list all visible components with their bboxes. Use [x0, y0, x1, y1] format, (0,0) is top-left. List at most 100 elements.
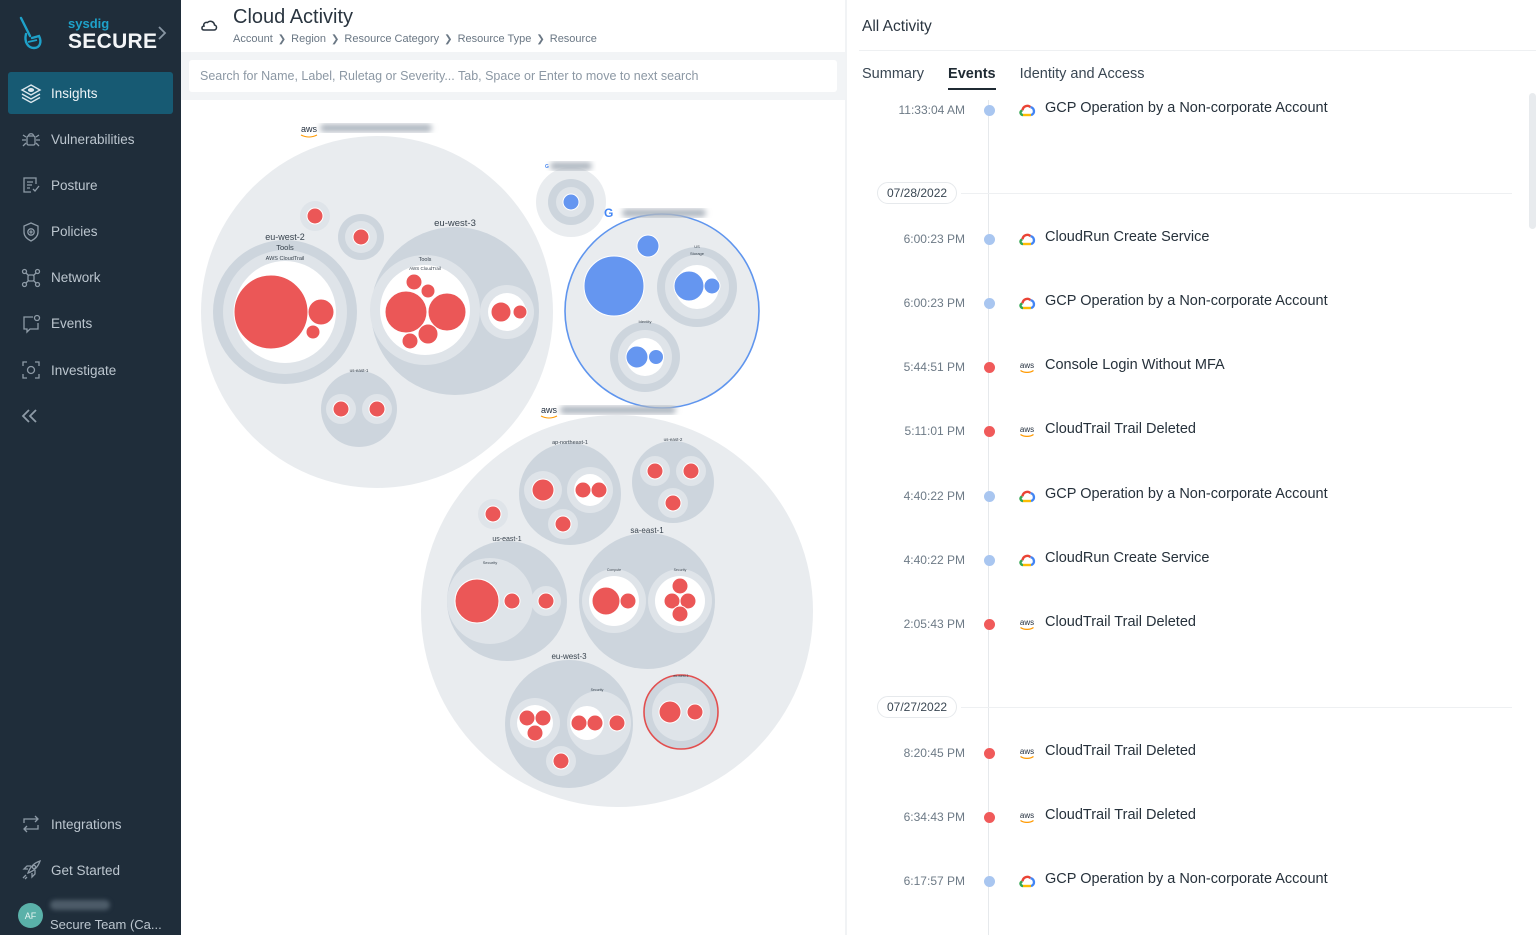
event-bubble[interactable] [673, 270, 705, 302]
event-bubble[interactable] [531, 478, 555, 502]
category-label: Tools [419, 257, 432, 263]
event-bubble[interactable] [570, 714, 588, 732]
sidebar-item-insights[interactable]: Insights [8, 72, 173, 114]
event-row[interactable]: 6:00:23 PM GCP Operation by a Non-corpora… [847, 292, 1507, 316]
event-row[interactable]: 8:20:45 PM aws CloudTrail Trail Deleted [847, 742, 1507, 766]
user-profile[interactable]: AF Secure Team (Ca... [18, 900, 178, 934]
event-bubble[interactable] [636, 234, 660, 258]
event-bubble[interactable] [526, 724, 544, 742]
event-bubble[interactable] [686, 703, 704, 721]
collapse-sidebar-icon[interactable] [20, 406, 40, 426]
event-row[interactable]: 4:40:22 PM CloudRun Create Service [847, 549, 1507, 573]
event-row[interactable]: 6:34:43 PM aws CloudTrail Trail Deleted [847, 806, 1507, 830]
event-bubble[interactable] [648, 349, 664, 365]
event-bubble[interactable] [233, 274, 309, 350]
event-bubble[interactable] [554, 515, 572, 533]
scrollbar[interactable] [1529, 93, 1536, 229]
event-bubble[interactable] [352, 228, 370, 246]
breadcrumb-account[interactable]: Account [233, 33, 273, 45]
svg-text:aws: aws [1020, 618, 1034, 627]
brand[interactable]: sysdig SECURE [16, 12, 176, 62]
category-label: Security [674, 568, 687, 572]
breadcrumb-separator-icon: ❯ [444, 33, 453, 45]
chevron-right-icon[interactable] [156, 26, 168, 40]
event-bubble[interactable] [590, 481, 608, 499]
event-bubble[interactable] [625, 345, 649, 369]
sidebar-item-posture[interactable]: Posture [8, 164, 173, 206]
sidebar-item-network[interactable]: Network [8, 257, 173, 299]
event-bubble[interactable] [490, 301, 512, 323]
event-row[interactable]: 6:00:23 PM CloudRun Create Service [847, 228, 1507, 252]
event-bubble[interactable] [671, 605, 689, 623]
sidebar-item-investigate[interactable]: Investigate [8, 349, 173, 391]
event-bubble[interactable] [552, 752, 570, 770]
event-bubble[interactable] [368, 400, 386, 418]
event-label: GCP Operation by a Non-corporate Account [1045, 293, 1328, 309]
brand-company: sysdig [68, 16, 110, 31]
event-bubble[interactable] [664, 494, 682, 512]
event-bubble[interactable] [562, 193, 580, 211]
event-bubble[interactable] [305, 324, 321, 340]
event-bubble[interactable] [534, 709, 552, 727]
tab-identity-and-access[interactable]: Identity and Access [1020, 66, 1145, 90]
event-bubble[interactable] [518, 709, 536, 727]
event-bubble[interactable] [583, 255, 645, 317]
event-row[interactable]: 5:11:01 PM aws CloudTrail Trail Deleted [847, 420, 1507, 444]
project-name-redacted [622, 209, 706, 217]
event-time: 8:20:45 PM [903, 746, 965, 760]
sidebar-item-get-started[interactable]: Get Started [8, 849, 173, 891]
event-bubble[interactable] [586, 714, 604, 732]
event-bubble[interactable] [512, 304, 528, 320]
event-bubble[interactable] [658, 700, 682, 724]
event-bubble[interactable] [537, 592, 555, 610]
event-bubble[interactable] [484, 505, 502, 523]
sidebar-item-events[interactable]: Events [8, 303, 173, 345]
event-bubble[interactable] [591, 586, 621, 616]
search-input[interactable] [189, 60, 837, 92]
event-bubble[interactable] [332, 400, 350, 418]
event-bubble[interactable] [454, 578, 500, 624]
event-time: 6:00:23 PM [903, 296, 965, 310]
event-bubble[interactable] [574, 481, 592, 499]
aws-icon: aws [1020, 747, 1034, 760]
event-bubble[interactable] [420, 283, 436, 299]
tab-summary[interactable]: Summary [862, 66, 924, 90]
aws-icon: aws [1020, 425, 1034, 438]
event-bubble[interactable] [703, 277, 721, 295]
event-row[interactable]: 6:17:57 PM GCP Operation by a Non-corpora… [847, 870, 1507, 894]
event-bubble[interactable] [608, 714, 626, 732]
bubble-map: aws eu-west-2 Tools AWS CloudTrail eu-west-3… [181, 100, 845, 935]
event-bubble[interactable] [307, 298, 335, 326]
breadcrumb-resource-category[interactable]: Resource Category [344, 33, 439, 45]
event-bubble[interactable] [306, 207, 324, 225]
breadcrumb-resource[interactable]: Resource [550, 33, 597, 45]
activity-panel: All Activity Summary Events Identity and… [847, 0, 1536, 935]
category-label: Security [483, 560, 497, 565]
event-bubble[interactable] [646, 462, 664, 480]
event-bubble[interactable] [401, 332, 419, 350]
sidebar-item-integrations[interactable]: Integrations [8, 803, 173, 845]
event-row[interactable]: 5:44:51 PM aws Console Login Without MFA [847, 356, 1507, 380]
breadcrumb: Account ❯ Region ❯ Resource Category ❯ R… [233, 33, 597, 45]
event-row[interactable]: 4:40:22 PM GCP Operation by a Non-corpora… [847, 485, 1507, 509]
bubble-map-svg: awseu-west-2ToolsAWS CloudTraileu-west-3… [201, 124, 813, 807]
event-bubble[interactable] [405, 273, 423, 291]
svg-text:aws: aws [1020, 747, 1034, 756]
event-bubble[interactable] [503, 592, 521, 610]
event-bubble[interactable] [619, 592, 637, 610]
sidebar-item-label: Get Started [51, 862, 121, 878]
event-label: CloudTrail Trail Deleted [1045, 614, 1196, 630]
breadcrumb-region[interactable]: Region [291, 33, 326, 45]
event-bubble[interactable] [417, 323, 439, 345]
event-label: CloudTrail Trail Deleted [1045, 807, 1196, 823]
google-cloud-icon [1019, 233, 1036, 246]
tab-events[interactable]: Events [948, 66, 996, 90]
event-bubble[interactable] [682, 462, 700, 480]
event-row[interactable]: 2:05:43 PM aws CloudTrail Trail Deleted [847, 613, 1507, 637]
event-time: 6:17:57 PM [903, 874, 965, 888]
sidebar-item-policies[interactable]: Policies [8, 211, 173, 253]
event-bubble[interactable] [671, 577, 689, 595]
sidebar-item-vulnerabilities[interactable]: Vulnerabilities [8, 118, 173, 160]
breadcrumb-resource-type[interactable]: Resource Type [458, 33, 532, 45]
event-row[interactable]: 11:33:04 AM GCP Operation by a Non-corpor… [847, 99, 1507, 123]
